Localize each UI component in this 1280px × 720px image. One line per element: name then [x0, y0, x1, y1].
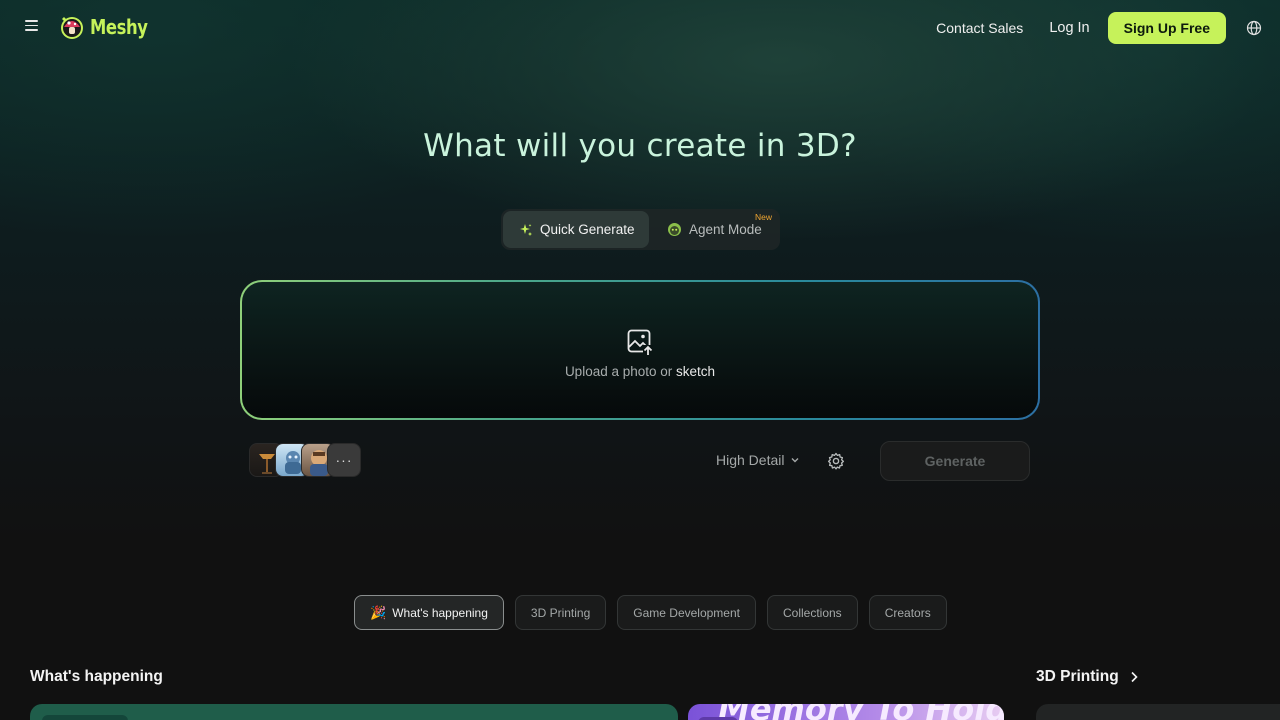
- tab-collections[interactable]: Collections: [766, 595, 858, 630]
- sketch-link[interactable]: sketch: [676, 364, 715, 379]
- mode-switch: Quick Generate Agent Mode New: [501, 209, 780, 250]
- tab-game-development[interactable]: Game Development: [617, 595, 756, 630]
- globe-icon[interactable]: [1246, 20, 1262, 36]
- party-popper-icon: 🎉: [370, 604, 387, 620]
- signup-button[interactable]: Sign Up Free: [1107, 12, 1226, 44]
- upload-dropzone[interactable]: Upload a photo or sketch: [240, 280, 1040, 420]
- gear-icon[interactable]: [827, 452, 845, 470]
- agent-icon: [668, 223, 681, 236]
- chevron-down-icon: [791, 458, 799, 463]
- printing-card[interactable]: [1036, 704, 1280, 720]
- section-link-3d-printing[interactable]: 3D Printing: [1036, 668, 1141, 686]
- card-headline: Memory To Hold: [718, 704, 1004, 720]
- tab-agent-mode[interactable]: Agent Mode New: [649, 211, 778, 248]
- tab-3d-printing[interactable]: 3D Printing: [514, 595, 607, 630]
- sparkle-icon: [520, 223, 532, 236]
- image-upload-icon: [627, 329, 653, 356]
- brand-name: Meshy: [90, 15, 148, 39]
- featured-card[interactable]: Memory To Hold: [688, 704, 1004, 720]
- category-tabs: 🎉 What's happening 3D Printing Game Deve…: [354, 595, 947, 630]
- tab-label: Quick Generate: [540, 222, 635, 237]
- hamburger-menu-icon[interactable]: [20, 17, 44, 39]
- tab-label: Agent Mode: [689, 222, 762, 237]
- page-title: What will you create in 3D?: [423, 128, 857, 164]
- featured-card[interactable]: [30, 704, 678, 720]
- meshy-logo[interactable]: Meshy: [58, 13, 160, 41]
- tab-creators[interactable]: Creators: [868, 595, 947, 630]
- detail-level-select[interactable]: High Detail: [716, 452, 800, 468]
- example-thumbnails: ···: [249, 443, 361, 477]
- tab-whats-happening[interactable]: 🎉 What's happening: [354, 595, 504, 630]
- chevron-right-icon: [1131, 671, 1138, 683]
- mushroom-logo-icon: [58, 13, 86, 41]
- generate-button[interactable]: Generate: [880, 441, 1030, 481]
- tab-quick-generate[interactable]: Quick Generate: [503, 211, 649, 248]
- more-examples-button[interactable]: ···: [327, 443, 361, 477]
- section-title-whats-happening: What's happening: [30, 668, 163, 685]
- card-badge: [42, 715, 128, 720]
- top-nav: Meshy Contact Sales Log In Sign Up Free: [0, 0, 1280, 56]
- new-badge: New: [754, 212, 772, 222]
- login-link[interactable]: Log In: [1049, 20, 1089, 36]
- detail-level-value: High Detail: [716, 452, 785, 468]
- contact-sales-link[interactable]: Contact Sales: [936, 20, 1023, 36]
- upload-instructions: Upload a photo or sketch: [564, 363, 716, 379]
